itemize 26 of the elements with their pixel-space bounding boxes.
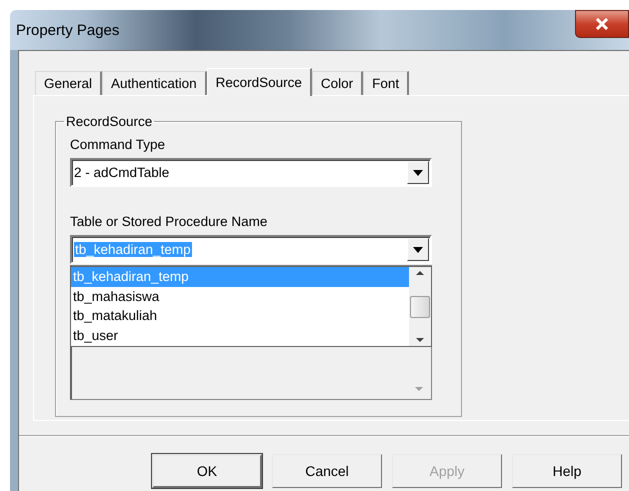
tab[interactable]: Authentication bbox=[102, 71, 207, 95]
scroll-up-icon bbox=[416, 271, 424, 275]
scroll-thumb[interactable] bbox=[410, 296, 430, 318]
tab[interactable]: Color bbox=[312, 71, 364, 95]
dropdown-field[interactable]: 2 - adCmdTable bbox=[70, 158, 432, 187]
caret-icon bbox=[413, 246, 423, 252]
dropdown-button[interactable] bbox=[407, 238, 429, 261]
caret-icon bbox=[413, 170, 423, 176]
dialog-button[interactable]: Cancel bbox=[272, 454, 382, 488]
field-value: tb_kehadiran_temp bbox=[74, 242, 192, 257]
close-icon bbox=[595, 18, 609, 30]
close-button[interactable] bbox=[575, 10, 629, 38]
tab[interactable]: Font bbox=[363, 71, 410, 95]
list-item[interactable]: tb_mahasiswa bbox=[71, 286, 409, 306]
scroll-down-icon bbox=[415, 387, 423, 391]
scrollbar[interactable] bbox=[409, 267, 431, 346]
scroll-down-icon bbox=[416, 338, 424, 342]
tab[interactable]: RecordSource bbox=[206, 68, 312, 96]
group-title: RecordSource bbox=[65, 114, 154, 129]
field-label: Table or Stored Procedure Name bbox=[70, 214, 268, 229]
tab[interactable]: General bbox=[35, 71, 102, 95]
window-title: Property Pages bbox=[16, 22, 120, 38]
field-label: Command Type bbox=[70, 137, 166, 152]
dialog-button[interactable]: OK bbox=[152, 454, 262, 488]
dialog-button[interactable]: Help bbox=[512, 454, 622, 488]
dropdown-button[interactable] bbox=[407, 161, 429, 184]
